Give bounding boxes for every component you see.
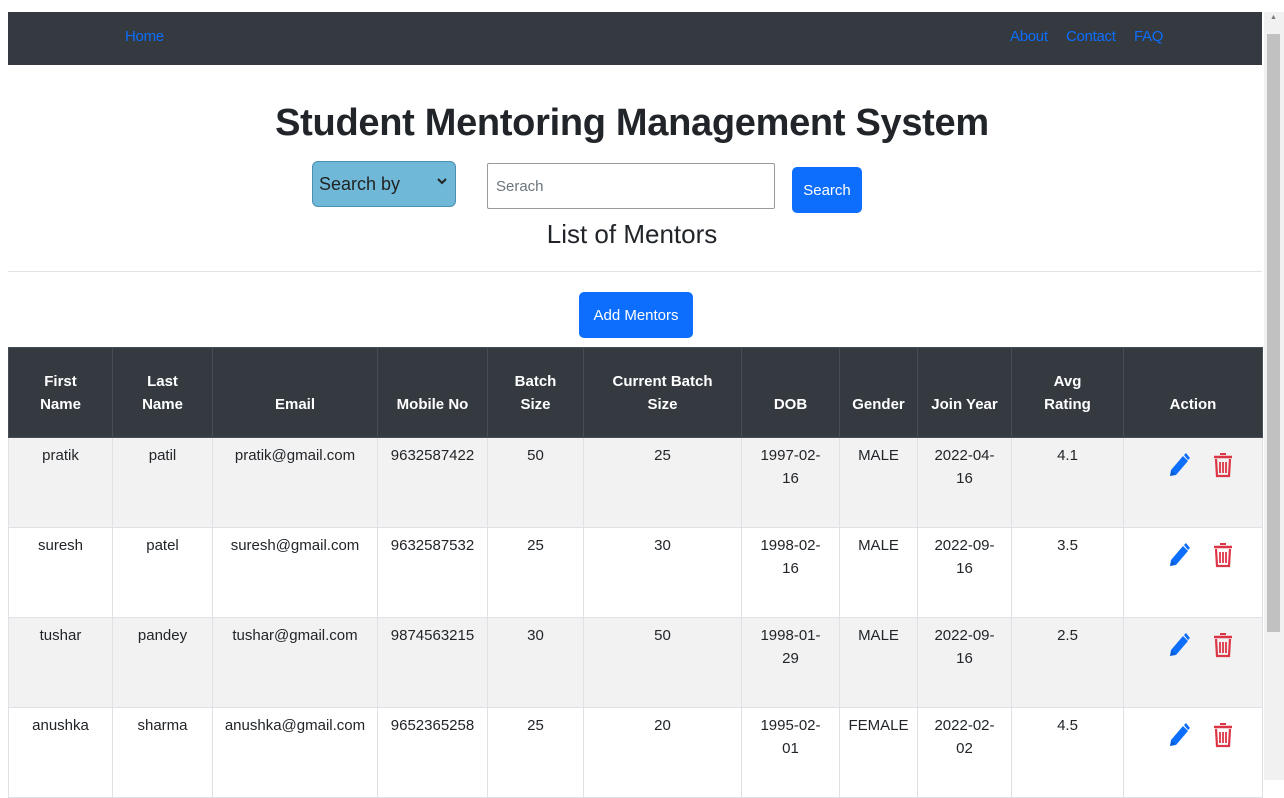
header-last-name: Last Name <box>112 347 213 438</box>
header-batch-size: Batch Size <box>487 347 584 438</box>
cell-gender: MALE <box>839 527 918 618</box>
cell-last-name: patil <box>112 437 213 528</box>
nav-faq-link[interactable]: FAQ <box>1134 28 1163 45</box>
pencil-icon[interactable] <box>1167 632 1191 665</box>
scroll-up-icon[interactable]: ▲ <box>1270 14 1277 21</box>
cell-last-name: sharma <box>112 707 213 798</box>
top-strip <box>0 0 1284 12</box>
header-avg-rating: Avg Rating <box>1011 347 1124 438</box>
cell-email: pratik@gmail.com <box>212 437 378 528</box>
table-row: suresh patel suresh@gmail.com 9632587532… <box>8 527 1263 618</box>
cell-avg-rating: 2.5 <box>1011 617 1124 708</box>
pencil-icon[interactable] <box>1167 452 1191 485</box>
cell-join-year: 2022-04- 16 <box>917 437 1012 528</box>
trash-icon[interactable] <box>1213 632 1233 665</box>
header-mobile: Mobile No <box>377 347 488 438</box>
cell-dob: 1995-02- 01 <box>741 707 840 798</box>
divider <box>8 271 1262 272</box>
cell-avg-rating: 4.1 <box>1011 437 1124 528</box>
cell-join-year: 2022-02- 02 <box>917 707 1012 798</box>
list-title: List of Mentors <box>546 219 718 249</box>
scrollbar-thumb[interactable] <box>1267 34 1280 632</box>
cell-action <box>1123 437 1263 528</box>
cell-action <box>1123 527 1263 618</box>
cell-dob: 1998-01- 29 <box>741 617 840 708</box>
trash-icon[interactable] <box>1213 542 1233 575</box>
cell-mobile: 9632587532 <box>377 527 488 618</box>
pencil-icon[interactable] <box>1167 722 1191 755</box>
search-button[interactable]: Search <box>792 167 862 213</box>
cell-gender: MALE <box>839 617 918 708</box>
search-by-select[interactable]: Search by <box>312 161 456 207</box>
cell-first-name: suresh <box>8 527 113 618</box>
trash-icon[interactable] <box>1213 722 1233 755</box>
navbar: Home About Contact FAQ <box>8 12 1262 65</box>
header-email: Email <box>212 347 378 438</box>
table-row: tushar pandey tushar@gmail.com 987456321… <box>8 617 1263 708</box>
cell-avg-rating: 3.5 <box>1011 527 1124 618</box>
header-first-name: First Name <box>8 347 113 438</box>
cell-first-name: pratik <box>8 437 113 528</box>
pencil-icon[interactable] <box>1167 542 1191 575</box>
cell-join-year: 2022-09- 16 <box>917 617 1012 708</box>
page-title: Student Mentoring Management System <box>275 102 989 144</box>
cell-batch-size: 30 <box>487 617 584 708</box>
header-current-batch-size: Current Batch Size <box>583 347 742 438</box>
mentors-table: First Name Last Name Email Mobile No Batch… <box>8 347 1263 798</box>
cell-current-batch-size: 25 <box>583 437 742 528</box>
header-dob: DOB <box>741 347 840 438</box>
cell-gender: FEMALE <box>839 707 918 798</box>
add-mentors-button[interactable]: Add Mentors <box>579 292 693 338</box>
cell-mobile: 9652365258 <box>377 707 488 798</box>
cell-dob: 1997-02- 16 <box>741 437 840 528</box>
cell-last-name: patel <box>112 527 213 618</box>
cell-batch-size: 25 <box>487 707 584 798</box>
cell-dob: 1998-02- 16 <box>741 527 840 618</box>
header-action: Action <box>1123 347 1263 438</box>
cell-action <box>1123 707 1263 798</box>
cell-mobile: 9874563215 <box>377 617 488 708</box>
chevron-down-icon <box>437 175 447 189</box>
table-row: pratik patil pratik@gmail.com 9632587422… <box>8 437 1263 528</box>
cell-join-year: 2022-09- 16 <box>917 527 1012 618</box>
cell-current-batch-size: 30 <box>583 527 742 618</box>
table-row: anushka sharma anushka@gmail.com 9652365… <box>8 707 1263 798</box>
table-header-row: First Name Last Name Email Mobile No Batch… <box>8 347 1263 438</box>
nav-home-link[interactable]: Home <box>125 28 164 45</box>
search-input[interactable] <box>487 163 775 209</box>
cell-action <box>1123 617 1263 708</box>
cell-email: anushka@gmail.com <box>212 707 378 798</box>
header-join-year: Join Year <box>917 347 1012 438</box>
header-gender: Gender <box>839 347 918 438</box>
cell-current-batch-size: 50 <box>583 617 742 708</box>
cell-first-name: anushka <box>8 707 113 798</box>
cell-email: tushar@gmail.com <box>212 617 378 708</box>
nav-about-link[interactable]: About <box>1010 28 1048 45</box>
cell-first-name: tushar <box>8 617 113 708</box>
search-by-select-label: Search by <box>319 174 401 194</box>
cell-current-batch-size: 20 <box>583 707 742 798</box>
cell-batch-size: 50 <box>487 437 584 528</box>
nav-contact-link[interactable]: Contact <box>1066 28 1116 45</box>
cell-mobile: 9632587422 <box>377 437 488 528</box>
page-scrollbar[interactable]: ▲ <box>1264 12 1284 780</box>
cell-batch-size: 25 <box>487 527 584 618</box>
cell-avg-rating: 4.5 <box>1011 707 1124 798</box>
trash-icon[interactable] <box>1213 452 1233 485</box>
cell-gender: MALE <box>839 437 918 528</box>
cell-email: suresh@gmail.com <box>212 527 378 618</box>
cell-last-name: pandey <box>112 617 213 708</box>
